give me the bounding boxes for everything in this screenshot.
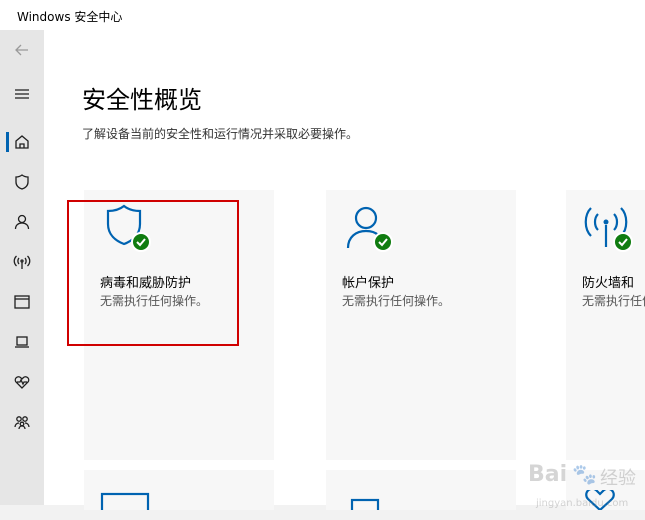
hamburger-menu-icon [15,89,29,99]
watermark-brand: Bai [528,462,568,487]
baidu-watermark: Bai 🐾 经验 jingyan.baidu.com [514,460,645,520]
paw-icon: 🐾 [572,462,597,486]
page-title: 安全性概览 [82,86,202,114]
title-bar: Windows 安全中心 [0,0,645,30]
home-icon [15,135,29,149]
highlight-box [67,200,239,346]
person-check-icon [346,206,393,252]
back-button[interactable] [0,32,44,68]
tile-bottom-1[interactable] [84,470,274,510]
family-icon [14,416,30,430]
laptop-icon [350,498,380,510]
sidebar-item-account[interactable] [0,204,44,240]
sidebar-item-family[interactable] [0,404,44,440]
menu-button[interactable] [0,76,44,112]
tile-status: 无需执行任何操作。 [582,294,645,308]
sidebar-item-device-health[interactable] [0,364,44,400]
sidebar-item-virus-protection[interactable] [0,164,44,200]
wifi-antenna-icon [13,255,31,269]
watermark-url: jingyan.baidu.com [536,498,629,509]
app-browser-icon [100,492,150,510]
tile-status: 无需执行任何操作。 [342,294,451,308]
sidebar-item-home[interactable] [0,124,44,160]
sidebar [0,30,44,505]
sidebar-item-device-security[interactable] [0,324,44,360]
main-content: 安全性概览 了解设备当前的安全性和运行情况并采取必要操作。 病毒和威胁防护 无需… [44,30,645,510]
tile-firewall-network[interactable]: 防火墙和 无需执行任何操作。 [566,190,645,460]
tile-bottom-2[interactable] [326,470,516,510]
sidebar-item-firewall[interactable] [0,244,44,280]
page-description: 了解设备当前的安全性和运行情况并采取必要操作。 [82,127,359,141]
antenna-check-icon [584,207,633,252]
watermark-sub: 经验 [600,468,636,489]
sidebar-item-app-browser[interactable] [0,284,44,320]
app-browser-icon [14,295,30,309]
tile-title: 帐户保护 [342,276,395,291]
back-arrow-icon [15,44,28,56]
tile-title: 防火墙和 [582,276,635,291]
person-icon [14,214,30,230]
window-title: Windows 安全中心 [17,10,123,24]
laptop-icon [15,336,29,348]
heart-pulse-icon [14,376,30,389]
shield-icon [15,174,29,190]
tile-account-protection[interactable]: 帐户保护 无需执行任何操作。 [326,190,516,460]
